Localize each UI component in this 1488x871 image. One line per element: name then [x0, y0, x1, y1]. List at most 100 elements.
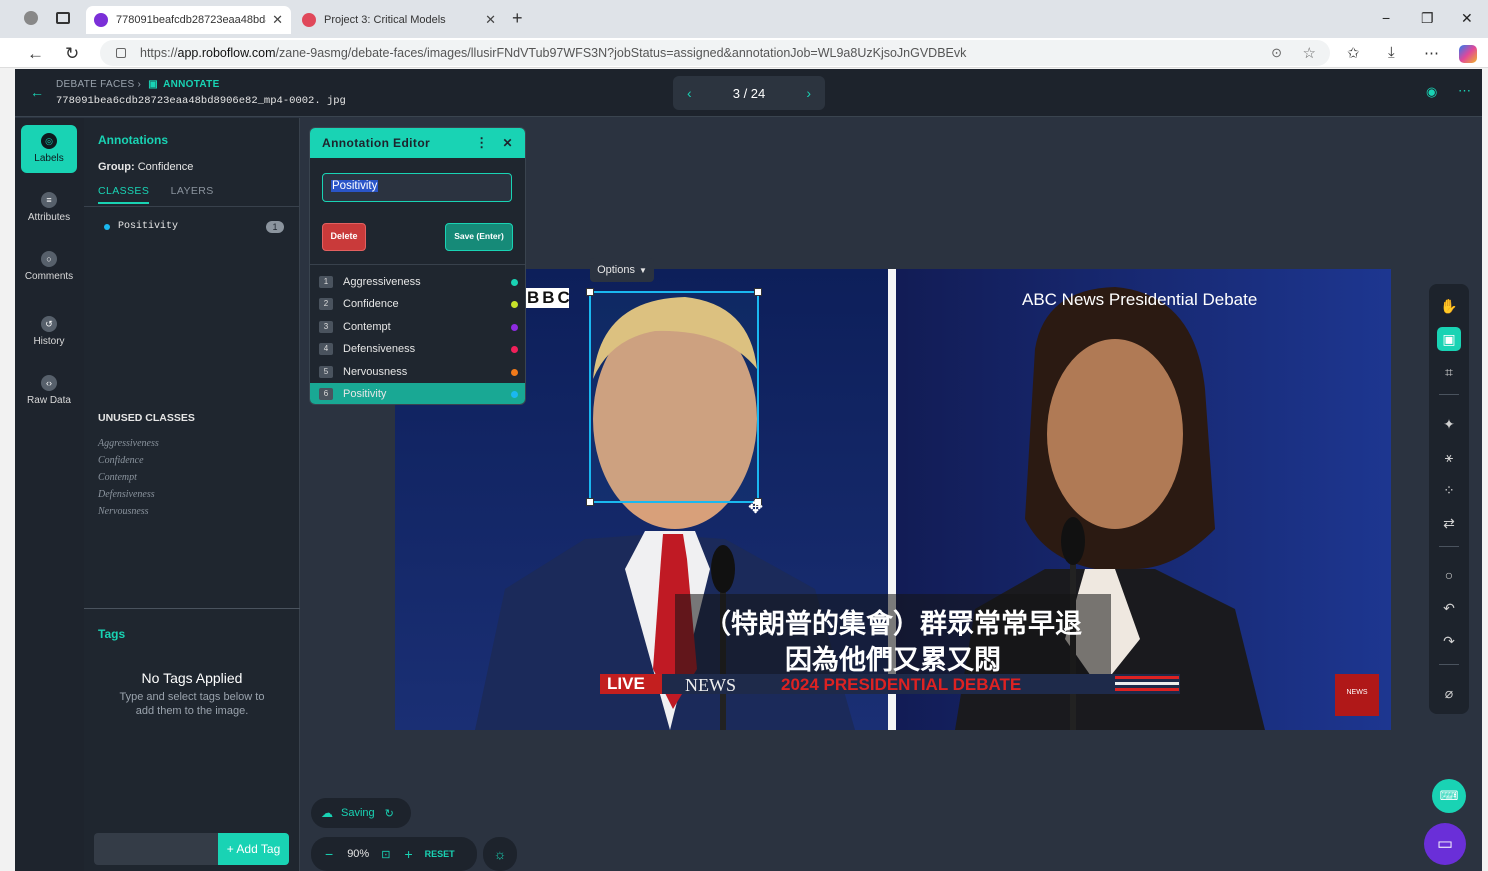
smart-polygon-icon[interactable]: ✦ — [1437, 412, 1461, 436]
reload-icon[interactable]: ↻ — [65, 44, 79, 64]
tab-actions-icon[interactable] — [56, 12, 70, 24]
hand-tool-icon[interactable]: ✋ — [1437, 294, 1461, 318]
corner-logo-label: NEWS — [1346, 689, 1368, 696]
header-more-icon[interactable]: ⋯ — [1458, 83, 1471, 99]
url-field[interactable]: https://app.roboflow.com/zane-9asmg/deba… — [100, 40, 1330, 66]
tab-layers[interactable]: LAYERS — [171, 185, 214, 197]
reader-icon[interactable]: ⊙ — [1271, 45, 1282, 61]
hide-annotations-icon[interactable]: ◉ — [1426, 84, 1437, 100]
comment-tool-icon[interactable]: ○ — [1437, 563, 1461, 587]
history-icon: ↺ — [41, 316, 57, 332]
annotations-panel: Annotations Group: Confidence CLASSES LA… — [84, 118, 300, 871]
class-option-contempt[interactable]: 3 Contempt — [310, 316, 525, 338]
lock-icon[interactable]: ⊡ — [381, 848, 390, 861]
rail-attributes[interactable]: ≡ Attributes — [21, 184, 77, 232]
class-input[interactable]: Positivity — [322, 173, 512, 202]
class-hotkey: 2 — [319, 298, 333, 310]
zoom-in-icon[interactable]: + — [404, 846, 412, 862]
resize-handle[interactable] — [586, 288, 594, 296]
back-icon[interactable]: ← — [27, 44, 44, 64]
class-option-nervousness[interactable]: 5 Nervousness — [310, 361, 525, 383]
breadcrumb-separator-icon: › — [137, 79, 145, 90]
chevron-down-icon: ▼ — [639, 265, 647, 275]
tab-close-icon[interactable]: ✕ — [272, 12, 283, 28]
saving-indicator: ☁ Saving ↻ — [311, 798, 411, 828]
breadcrumb-project[interactable]: DEBATE FACES — [56, 79, 134, 90]
rail-labels[interactable]: ◎ Labels — [21, 125, 77, 173]
zoom-out-icon[interactable]: − — [325, 846, 333, 862]
group-value: Confidence — [137, 161, 194, 173]
tool-separator — [1439, 394, 1459, 395]
site-info-icon[interactable] — [116, 48, 126, 58]
reset-button[interactable]: RESET — [425, 849, 455, 859]
breadcrumb: DEBATE FACES › ▣ ANNOTATE — [56, 79, 220, 90]
class-option-positivity[interactable]: 6 Positivity — [310, 383, 525, 404]
save-button[interactable]: Save (Enter) — [445, 223, 513, 251]
tab-project[interactable]: Project 3: Critical Models ✕ — [294, 6, 504, 34]
resize-handle[interactable] — [586, 498, 594, 506]
keyboard-shortcuts-button[interactable]: ⌨ — [1432, 779, 1466, 813]
downloads-icon[interactable]: ⤓ — [1388, 44, 1395, 61]
close-window-icon[interactable]: ✕ — [1461, 10, 1473, 27]
unused-classes-title: UNUSED CLASSES — [98, 412, 195, 424]
tab-active[interactable]: 778091beafcdb28723eaa48bd8 ✕ — [86, 6, 291, 34]
attributes-icon: ≡ — [41, 192, 57, 208]
rail-history[interactable]: ↺ History — [21, 308, 77, 356]
app-header: ← DEBATE FACES › ▣ ANNOTATE 778091bea6cd… — [15, 69, 1482, 117]
rail-raw-data[interactable]: ‹› Raw Data — [21, 367, 77, 415]
brightness-control[interactable]: ☼ — [483, 837, 517, 871]
class-option-aggressiveness[interactable]: 1 Aggressiveness — [310, 271, 525, 293]
bounding-box[interactable] — [586, 288, 762, 506]
null-annotation-icon[interactable]: ⌀ — [1437, 681, 1461, 705]
tags-title: Tags — [98, 627, 126, 641]
unused-class[interactable]: Defensiveness — [98, 489, 155, 500]
rail-comments[interactable]: ○ Comments — [21, 243, 77, 291]
new-tab-icon[interactable]: + — [512, 8, 523, 29]
image-canvas[interactable]: BBC ABC News Presidential Debate （特朗普的集會… — [395, 269, 1391, 730]
next-image-icon[interactable]: › — [806, 85, 811, 101]
tabs-divider — [84, 206, 300, 207]
tab-classes[interactable]: CLASSES — [98, 185, 150, 204]
annotation-list-item[interactable]: Positivity 1 — [98, 220, 284, 236]
add-tag-button[interactable]: + Add Tag — [218, 833, 289, 865]
annotation-item-label: Positivity — [118, 221, 179, 232]
bbc-logo: BBC — [527, 288, 573, 307]
chat-icon: ▭ — [1436, 834, 1454, 853]
editor-menu-icon[interactable]: ⋮ — [475, 135, 488, 151]
left-rail: ◎ Labels ≡ Attributes ○ Comments ↺ Histo… — [15, 118, 84, 871]
repeat-previous-icon[interactable]: ⇄ — [1437, 511, 1461, 535]
unused-class[interactable]: Aggressiveness — [98, 438, 159, 449]
profile-icon[interactable] — [24, 11, 38, 25]
favorites-icon[interactable]: ✩ — [1347, 44, 1360, 62]
unused-class[interactable]: Nervousness — [98, 506, 149, 517]
redo-icon[interactable]: ↷ — [1437, 629, 1461, 653]
class-option-confidence[interactable]: 2 Confidence — [310, 293, 525, 315]
magic-wand-icon[interactable]: ⚹ — [1437, 445, 1461, 469]
editor-close-icon[interactable]: ✕ — [503, 136, 513, 150]
copilot-icon[interactable] — [1459, 45, 1477, 63]
bounding-box-tool-icon[interactable]: ▣ — [1437, 327, 1461, 351]
prev-image-icon[interactable]: ‹ — [687, 85, 692, 101]
delete-button[interactable]: Delete — [322, 223, 366, 251]
back-arrow-icon[interactable]: ← — [30, 84, 44, 100]
unused-class[interactable]: Confidence — [98, 455, 144, 466]
tag-input[interactable] — [94, 833, 218, 865]
group-row: Group: Confidence — [98, 161, 193, 173]
restore-icon[interactable]: ❐ — [1421, 10, 1434, 27]
keypoint-tool-icon[interactable]: ⁘ — [1437, 478, 1461, 502]
favorite-star-icon[interactable]: ☆ — [1303, 44, 1316, 62]
class-option-defensiveness[interactable]: 4 Defensiveness — [310, 338, 525, 360]
undo-icon[interactable]: ↶ — [1437, 596, 1461, 620]
resize-handle[interactable] — [754, 288, 762, 296]
options-dropdown[interactable]: Options ▼ — [590, 258, 654, 282]
project-tab-icon — [302, 13, 316, 27]
minimize-icon[interactable]: − — [1382, 10, 1390, 26]
brightness-icon: ☼ — [493, 846, 507, 862]
more-icon[interactable]: ⋯ — [1424, 44, 1439, 62]
polygon-tool-icon[interactable]: ⌗ — [1437, 360, 1461, 384]
tab-close-icon[interactable]: ✕ — [485, 12, 496, 28]
unused-class[interactable]: Contempt — [98, 472, 137, 483]
group-label: Group: — [98, 161, 135, 173]
chat-support-button[interactable]: ▭ — [1424, 823, 1466, 865]
tags-divider — [84, 608, 300, 609]
